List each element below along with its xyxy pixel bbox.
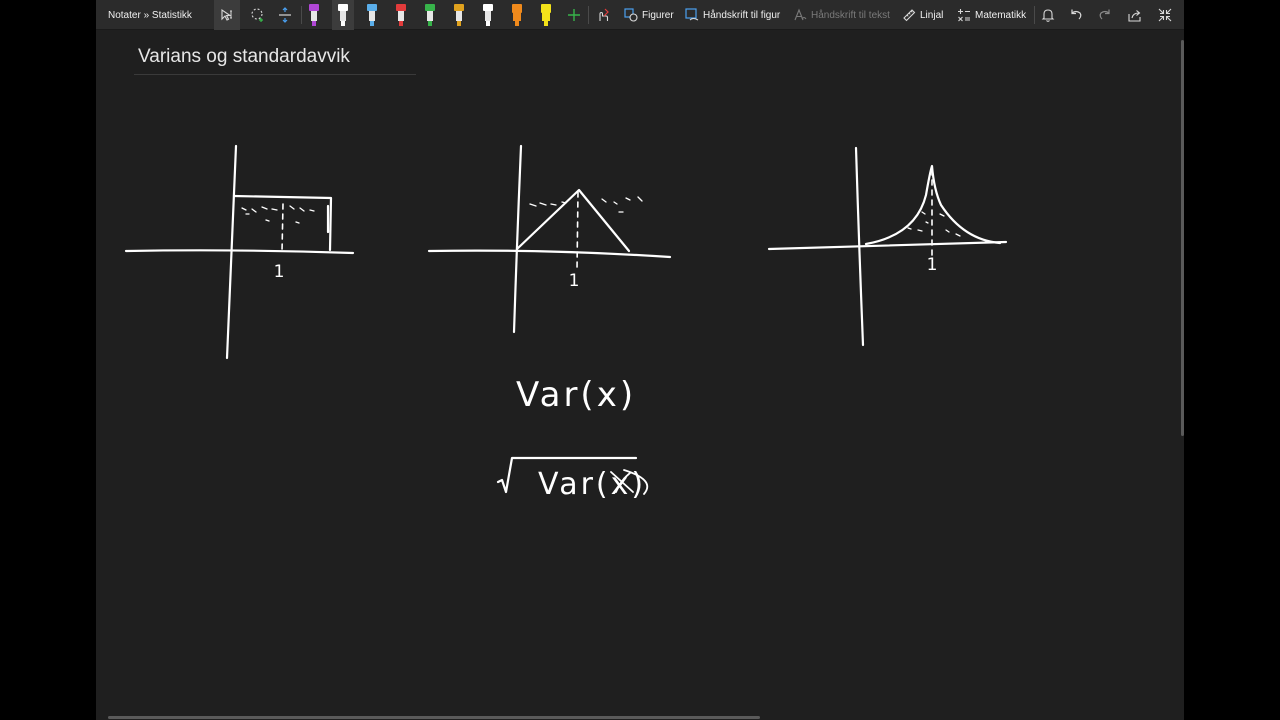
x-axis-2	[427, 249, 672, 259]
dashed-mean-line-2	[576, 191, 579, 271]
tick-label-2: 1	[569, 271, 580, 291]
vertical-scrollbar[interactable]	[1181, 40, 1184, 436]
peaked-sketch	[767, 146, 1008, 347]
ink-canvas[interactable]: 1 1 1 Var(x) Var(x)	[96, 0, 1184, 720]
x-axis-1	[124, 249, 355, 255]
triangle-sketch	[427, 144, 672, 334]
y-axis-2	[512, 144, 523, 334]
tick-label-3: 1	[927, 255, 938, 275]
horizontal-scrollbar[interactable]	[108, 716, 760, 719]
x-axis-3	[767, 240, 1008, 251]
tick-label-1: 1	[274, 262, 285, 282]
dashed-mean-line-1	[281, 203, 284, 253]
triangle-curve	[515, 188, 631, 253]
onenote-window: Notater » Statistikk Figurer Håndskrift …	[96, 0, 1184, 720]
uniform-sketch	[124, 144, 355, 360]
y-axis-1	[225, 144, 238, 360]
sqrt-var-expression: Var(x)	[538, 467, 646, 502]
shading-dots-1	[241, 205, 315, 224]
var-expression: Var(x)	[516, 375, 636, 415]
peaked-curve	[864, 164, 1002, 246]
